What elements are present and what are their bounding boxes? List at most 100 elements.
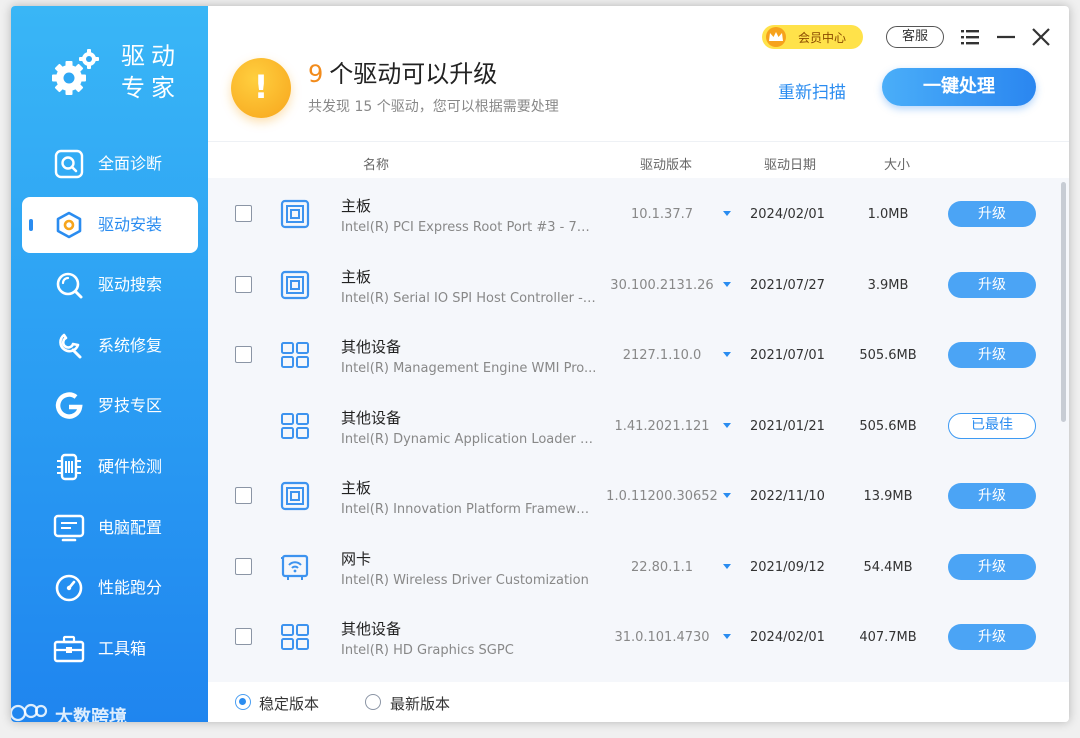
close-icon[interactable]: [1029, 25, 1053, 49]
version-dropdown-icon[interactable]: [723, 281, 731, 287]
title-text: 个驱动可以升级: [329, 60, 498, 88]
table-row: 其他设备 Intel(R) Dynamic Application Loader …: [208, 390, 1058, 461]
customer-service-button[interactable]: 客服: [886, 26, 944, 48]
sidebar-item-benchmark[interactable]: 性能跑分: [22, 560, 198, 616]
watermark-text: 大数跨境: [55, 706, 127, 723]
motherboard-icon: [280, 270, 310, 300]
one-key-process-button[interactable]: 一键处理: [882, 68, 1036, 106]
table-row: 网卡 Intel(R) Wireless Driver Customization…: [208, 531, 1058, 602]
row-checkbox[interactable]: [235, 487, 252, 504]
driver-size: 3.9MB: [867, 277, 909, 293]
motherboard-icon: [280, 199, 310, 229]
vip-center-button[interactable]: 会员中心: [762, 25, 863, 49]
stable-version-radio[interactable]: [235, 694, 251, 710]
sidebar-item-system-repair[interactable]: 系统修复: [22, 318, 198, 374]
upgrade-button[interactable]: 升级: [948, 201, 1036, 227]
upgrade-count: 9: [308, 60, 324, 88]
device-category: 其他设备: [341, 408, 402, 427]
watermark-logo-icon: [11, 702, 49, 722]
row-checkbox[interactable]: [235, 628, 252, 645]
version-selector: 稳定版本 最新版本: [208, 682, 1069, 722]
upgrade-button[interactable]: 升级: [948, 483, 1036, 509]
driver-date: 2024/02/01: [750, 207, 825, 222]
latest-version-radio[interactable]: [365, 694, 381, 710]
table-row: 其他设备 Intel(R) Management Engine WMI Pro..…: [208, 319, 1058, 390]
rescan-link[interactable]: 重新扫描: [778, 78, 846, 103]
upgrade-button[interactable]: 升级: [948, 553, 1036, 580]
sidebar-item-label: 驱动安装: [98, 214, 163, 234]
version-dropdown-icon[interactable]: [723, 211, 731, 216]
driver-date: 2021/07/01: [750, 348, 825, 363]
scrollbar[interactable]: [1061, 182, 1066, 422]
driver-version: 2127.1.10.0: [622, 348, 702, 363]
sidebar-item-label: 罗技专区: [98, 396, 163, 416]
driver-version: 22.80.1.1: [630, 559, 694, 575]
driver-size: 1.0MB: [867, 207, 909, 222]
sidebar: 驱动 专家 全面诊断 驱动安装 驱动搜索 系统修复 罗技专区 硬件检测 电脑配置…: [11, 6, 208, 722]
driver-size: 13.9MB: [863, 489, 913, 504]
device-description: Intel(R) HD Graphics SGPC: [341, 643, 514, 658]
table-row: 主板 Intel(R) PCI Express Root Port #3 - 7A…: [208, 178, 1058, 249]
driver-date: 2021/09/12: [750, 559, 825, 575]
warning-icon: !: [231, 58, 291, 118]
device-description: Intel(R) Serial IO SPI Host Controller -…: [341, 290, 597, 306]
device-category: 其他设备: [341, 620, 402, 638]
device-category: 主板: [341, 479, 372, 497]
wrench-icon: [53, 330, 85, 362]
best-status-button[interactable]: 已最佳: [948, 412, 1036, 439]
version-dropdown-icon[interactable]: [723, 352, 731, 357]
table-row: 主板 Intel(R) Serial IO SPI Host Controller…: [208, 249, 1058, 320]
upgrade-button[interactable]: 升级: [948, 342, 1036, 368]
column-size: 大小: [884, 158, 911, 173]
table-header: 名称 驱动版本 驱动日期 大小: [208, 141, 1069, 177]
version-dropdown-icon[interactable]: [723, 422, 731, 428]
grid-icon: [280, 622, 310, 652]
sidebar-item-driver-search[interactable]: 驱动搜索: [22, 257, 198, 313]
driver-version: 1.0.11200.30652: [606, 489, 718, 504]
sidebar-item-pc-config[interactable]: 电脑配置: [22, 500, 198, 556]
stable-version-label[interactable]: 稳定版本: [259, 693, 319, 714]
device-category: 其他设备: [341, 338, 402, 356]
sidebar-item-diagnose[interactable]: 全面诊断: [22, 136, 198, 192]
vip-label: 会员中心: [798, 30, 847, 45]
driver-date: 2022/11/10: [750, 489, 825, 504]
driver-version: 30.100.2131.26: [610, 277, 714, 293]
sidebar-item-hardware[interactable]: 硬件检测: [22, 439, 198, 495]
latest-version-label[interactable]: 最新版本: [390, 693, 450, 714]
upgrade-button[interactable]: 升级: [948, 624, 1036, 650]
brand-line-2: 专家: [121, 74, 181, 102]
table-row: 主板 Intel(R) Innovation Platform Framewor.…: [208, 460, 1058, 531]
row-checkbox[interactable]: [235, 557, 252, 575]
upgrade-button[interactable]: 升级: [948, 271, 1036, 298]
version-dropdown-icon[interactable]: [723, 634, 731, 639]
watermark: 大数跨境: [11, 702, 127, 722]
row-checkbox[interactable]: [235, 346, 252, 363]
row-checkbox[interactable]: [235, 205, 252, 222]
device-description: Intel(R) Management Engine WMI Pro...: [341, 361, 597, 376]
sidebar-item-toolbox[interactable]: 工具箱: [22, 621, 198, 677]
driver-size: 505.6MB: [859, 418, 917, 434]
row-checkbox[interactable]: [235, 275, 252, 293]
hexagon-icon: [53, 209, 85, 241]
sidebar-item-label: 驱动搜索: [98, 275, 163, 295]
version-dropdown-icon[interactable]: [723, 493, 731, 498]
device-description: Intel(R) Dynamic Application Loader H...: [341, 431, 597, 447]
app-window: 驱动 专家 全面诊断 驱动安装 驱动搜索 系统修复 罗技专区 硬件检测 电脑配置…: [11, 6, 1069, 722]
search-icon: [53, 269, 85, 301]
minimize-icon[interactable]: [994, 25, 1018, 49]
device-category: 网卡: [341, 549, 372, 568]
table-row: 其他设备 Intel(R) HD Graphics SGPC 31.0.101.47…: [208, 601, 1058, 672]
grid-icon: [280, 340, 310, 370]
menu-icon[interactable]: [958, 25, 982, 49]
sidebar-item-logitech[interactable]: 罗技专区: [22, 378, 198, 434]
device-description: Intel(R) Innovation Platform Framewor...: [341, 502, 597, 517]
device-description: Intel(R) PCI Express Root Port #3 - 7A..…: [341, 220, 597, 235]
version-dropdown-icon[interactable]: [723, 563, 731, 569]
column-name: 名称: [363, 158, 390, 173]
driver-date: 2021/01/21: [750, 418, 825, 434]
sidebar-nav: 全面诊断 驱动安装 驱动搜索 系统修复 罗技专区 硬件检测 电脑配置 性能跑分 …: [22, 136, 198, 681]
page-title: 9 个驱动可以升级: [308, 58, 497, 90]
sidebar-item-driver-install[interactable]: 驱动安装: [22, 196, 198, 253]
device-description: Intel(R) Wireless Driver Customization: [341, 572, 589, 588]
brand-name: 驱动 专家: [121, 40, 181, 104]
